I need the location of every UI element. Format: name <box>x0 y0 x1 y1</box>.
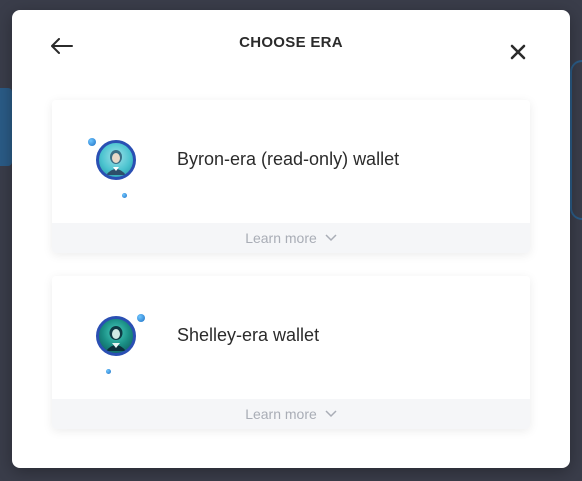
close-button[interactable] <box>506 40 530 64</box>
learn-more-label: Learn more <box>245 230 317 246</box>
decor-dot <box>122 193 127 198</box>
choose-era-dialog: CHOOSE ERA Byron-era (read-only) wallet … <box>12 10 570 468</box>
decor-dot <box>137 314 145 322</box>
learn-more-label: Learn more <box>245 406 317 422</box>
option-main[interactable]: Byron-era (read-only) wallet <box>52 100 530 221</box>
close-icon <box>510 44 526 60</box>
dialog-title: CHOOSE ERA <box>239 34 343 51</box>
chevron-down-icon <box>325 234 337 242</box>
option-shelley-wallet[interactable]: Shelley-era wallet Learn more <box>52 276 530 429</box>
background-panel-right <box>570 60 582 220</box>
chevron-down-icon <box>325 410 337 418</box>
background-panel-left <box>0 88 12 166</box>
byron-portrait-icon <box>96 140 136 180</box>
learn-more-toggle[interactable]: Learn more <box>52 223 530 253</box>
shelley-portrait-icon <box>96 316 136 356</box>
decor-dot <box>106 369 111 374</box>
option-label: Shelley-era wallet <box>177 325 320 345</box>
option-label: Byron-era (read-only) wallet <box>177 149 400 169</box>
decor-dot <box>88 138 96 146</box>
option-byron-wallet[interactable]: Byron-era (read-only) wallet Learn more <box>52 100 530 253</box>
learn-more-toggle[interactable]: Learn more <box>52 399 530 429</box>
option-main[interactable]: Shelley-era wallet <box>52 276 530 397</box>
